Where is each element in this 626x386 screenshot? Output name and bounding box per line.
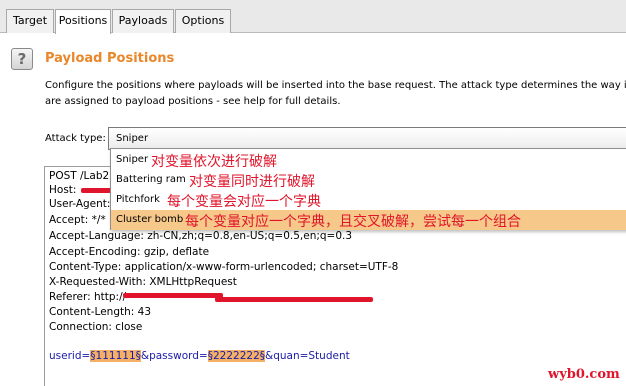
- option-annotation: 对变量依次进行破解: [151, 154, 277, 170]
- redaction-mark: [81, 188, 111, 193]
- tab-bar: Target Positions Payloads Options: [0, 0, 626, 34]
- option-sniper[interactable]: Sniper 对变量依次进行破解: [111, 150, 626, 170]
- tab-payloads[interactable]: Payloads: [112, 9, 174, 33]
- request-line: Connection: close: [49, 321, 143, 333]
- payload-marker-password[interactable]: §2222222§: [207, 350, 265, 362]
- body-suffix: &quan=Student: [265, 350, 350, 362]
- request-line: Host:: [49, 184, 77, 196]
- option-annotation: 对变量同时进行破解: [189, 174, 315, 190]
- body-mid: &password=: [140, 350, 208, 362]
- request-line: Content-Length: 43: [49, 306, 152, 318]
- attack-type-select[interactable]: Sniper: [108, 127, 626, 150]
- attack-type-dropdown: Sniper 对变量依次进行破解 Battering ram 对变量同时进行破解…: [110, 148, 626, 230]
- option-name: Sniper: [116, 154, 149, 165]
- request-body: userid=§111111§&password=§2222222§&quan=…: [49, 349, 350, 363]
- tab-target[interactable]: Target: [6, 9, 54, 33]
- request-line: Accept: */*: [49, 214, 106, 226]
- option-battering-ram[interactable]: Battering ram 对变量同时进行破解: [111, 170, 626, 190]
- request-line: Accept-Encoding: gzip, deflate: [49, 246, 210, 258]
- option-name: Pitchfork: [116, 194, 160, 205]
- request-line: Referer: http://: [49, 291, 127, 303]
- option-pitchfork[interactable]: Pitchfork 每个变量会对应一个字典: [111, 190, 626, 210]
- tab-positions[interactable]: Positions: [55, 9, 111, 34]
- option-name: Battering ram: [116, 174, 186, 185]
- help-icon[interactable]: ?: [11, 48, 33, 70]
- section-description-line2: are assigned to payload positions - see …: [45, 96, 341, 107]
- option-cluster-bomb[interactable]: Cluster bomb 每个变量对应一个字典，且交叉破解，尝试每一个组合: [111, 210, 626, 230]
- section-description-line1: Configure the positions where payloads w…: [45, 80, 626, 91]
- request-line: Content-Type: application/x-www-form-url…: [49, 261, 399, 273]
- option-annotation: 每个变量会对应一个字典: [167, 194, 321, 210]
- payload-marker-userid[interactable]: §111111§: [90, 350, 141, 362]
- redaction-mark: [215, 297, 373, 302]
- request-line: User-Agent:: [49, 198, 111, 210]
- request-line: POST /Lab2: [49, 170, 110, 182]
- section-title: Payload Positions: [45, 51, 175, 66]
- tab-options[interactable]: Options: [175, 9, 231, 33]
- redaction-mark: [123, 293, 223, 298]
- attack-type-label: Attack type:: [45, 133, 106, 144]
- body-prefix: userid=: [49, 350, 91, 362]
- request-line: X-Requested-With: XMLHttpRequest: [49, 276, 237, 288]
- option-annotation: 每个变量对应一个字典，且交叉破解，尝试每一个组合: [185, 214, 521, 230]
- option-name: Cluster bomb: [116, 214, 184, 225]
- request-line: Accept-Language: zh-CN,zh;q=0.8,en-US;q=…: [49, 230, 353, 242]
- watermark: wyb0.com: [548, 367, 620, 382]
